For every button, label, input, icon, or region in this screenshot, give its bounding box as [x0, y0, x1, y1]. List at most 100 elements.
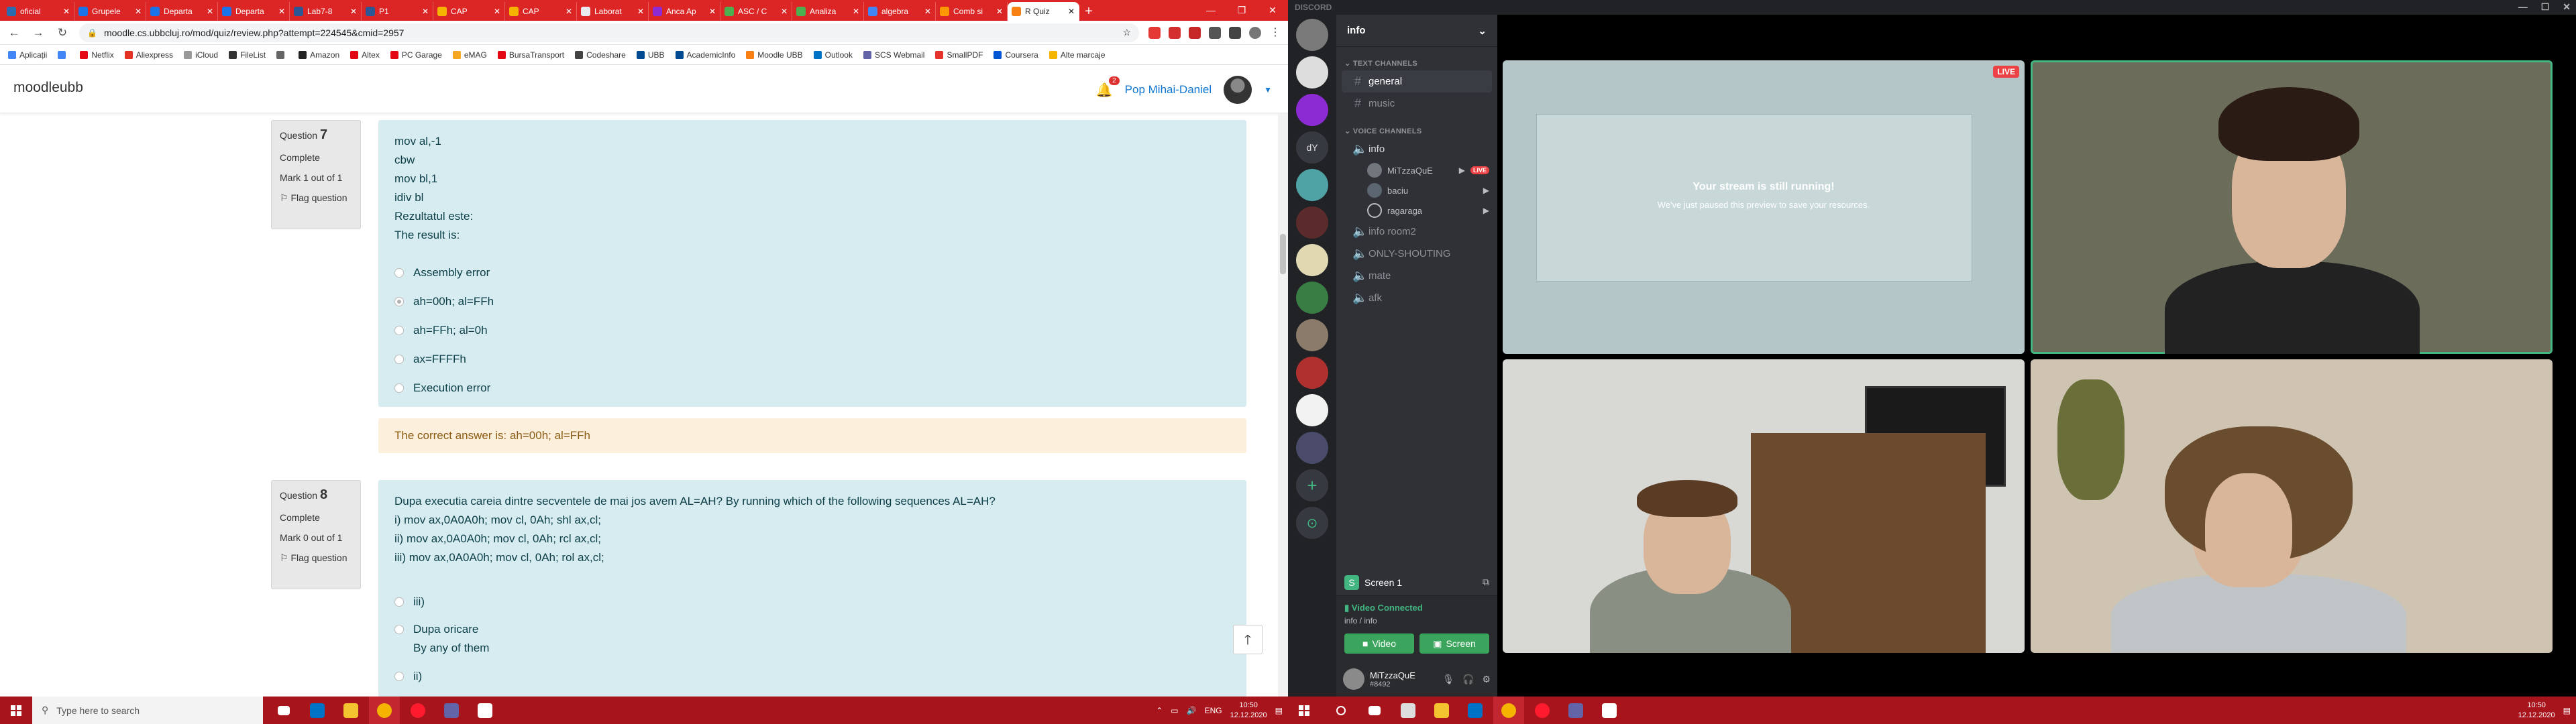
store-icon[interactable] [1393, 697, 1424, 724]
windows-start-icon[interactable] [0, 697, 32, 724]
answer-option[interactable]: ah=00h; al=FFh [394, 287, 1230, 316]
snip-icon[interactable] [1594, 697, 1625, 724]
stream-tile[interactable]: LIVE Your stream is still running! We've… [1503, 60, 2025, 354]
browser-tab[interactable]: Departa ✕ [146, 2, 218, 21]
network-icon[interactable]: ▭ [1171, 706, 1178, 715]
minimize-icon[interactable]: — [1195, 0, 1226, 21]
notification-bell-icon[interactable]: 🔔 2 [1096, 76, 1120, 99]
channel-general[interactable]: # general [1342, 70, 1492, 93]
channel-music[interactable]: # music [1342, 93, 1492, 115]
avatar[interactable] [1343, 668, 1364, 690]
browser-tab[interactable]: Lab7-8 ✕ [290, 2, 362, 21]
avatar[interactable] [1224, 76, 1252, 104]
browser-tab[interactable]: R Quiz ✕ [1008, 2, 1079, 21]
server-icon[interactable] [1296, 432, 1328, 464]
tab-close-icon[interactable]: ✕ [781, 7, 788, 16]
server-icon[interactable] [1296, 94, 1328, 126]
site-brand[interactable]: moodleubb [13, 80, 83, 96]
windows-start-icon[interactable] [1288, 697, 1320, 724]
tab-close-icon[interactable]: ✕ [637, 7, 644, 16]
tab-close-icon[interactable]: ✕ [494, 7, 500, 16]
voice-user[interactable]: baciu ▶ [1336, 180, 1497, 200]
browser-tab[interactable]: CAP ✕ [505, 2, 577, 21]
explorer-icon[interactable] [335, 697, 366, 724]
headphones-icon[interactable]: 🎧 [1462, 674, 1474, 685]
participant-video-tile[interactable] [1503, 359, 2025, 653]
bookmark-item[interactable] [276, 50, 288, 59]
close-icon[interactable]: ✕ [1257, 0, 1288, 21]
browser-tab[interactable]: ASC / C ✕ [720, 2, 792, 21]
bookmark-item[interactable]: Aliexpress [124, 50, 173, 60]
bookmark-item[interactable]: AcademicInfo [675, 50, 735, 60]
bookmark-item[interactable] [58, 50, 69, 59]
tab-close-icon[interactable]: ✕ [566, 7, 572, 16]
microphone-icon[interactable]: 🎙 [1442, 674, 1454, 685]
minimize-icon[interactable]: — [2518, 1, 2528, 13]
reload-icon[interactable]: ↻ [55, 26, 70, 40]
radio-button[interactable] [394, 296, 404, 306]
participant-video-tile[interactable] [2031, 60, 2553, 354]
notifications-icon[interactable]: ▤ [2563, 706, 2571, 715]
user-name[interactable]: Pop Mihai-Daniel [1125, 83, 1212, 97]
chevron-down-icon[interactable]: ⌄ [1478, 25, 1487, 37]
extensions-puzzle-icon[interactable] [1209, 26, 1221, 39]
video-button[interactable]: ■ Video [1344, 634, 1414, 654]
clock[interactable]: 10:50 12.12.2020 [2518, 701, 2555, 721]
voice-channel[interactable]: 🔈 mate [1342, 265, 1492, 287]
server-icon[interactable] [1296, 319, 1328, 351]
forward-icon[interactable]: → [31, 26, 46, 40]
scrollbar-thumb[interactable] [1280, 234, 1286, 274]
tab-close-icon[interactable]: ✕ [278, 7, 285, 16]
tab-close-icon[interactable]: ✕ [135, 7, 142, 16]
notifications-icon[interactable]: ▤ [1275, 706, 1283, 715]
back-to-top-button[interactable]: 🡑 [1233, 625, 1263, 654]
screen-share-row[interactable]: S Screen 1 ⧉ [1336, 569, 1497, 596]
tab-close-icon[interactable]: ✕ [350, 7, 357, 16]
flag-question-link[interactable]: ⚐ Flag question [280, 192, 352, 204]
bookmark-item[interactable]: SCS Webmail [863, 50, 924, 60]
bookmark-item[interactable]: UBB [636, 50, 665, 60]
page-scrollbar[interactable] [1278, 113, 1288, 697]
explorer-icon[interactable] [1426, 697, 1457, 724]
maximize-icon[interactable]: ☐ [2541, 1, 2550, 13]
browser-tab[interactable]: Departa ✕ [218, 2, 290, 21]
radio-button[interactable] [394, 625, 404, 634]
chevron-down-icon[interactable]: ▼ [1264, 85, 1272, 95]
bookmark-item[interactable]: PC Garage [390, 50, 442, 60]
tab-close-icon[interactable]: ✕ [63, 7, 70, 16]
browser-tab[interactable]: P1 ✕ [362, 2, 433, 21]
media-icon[interactable] [1229, 26, 1241, 39]
bookmark-item[interactable]: Aplicații [8, 50, 47, 60]
extension-icon[interactable] [1148, 26, 1161, 39]
bookmark-item[interactable]: FileList [229, 50, 266, 60]
voice-channel[interactable]: 🔈 info room2 [1342, 221, 1492, 243]
server-icon[interactable] [1296, 282, 1328, 314]
gear-icon[interactable]: ⚙ [1482, 674, 1491, 685]
menu-dots-icon[interactable]: ⋮ [1269, 27, 1281, 39]
tab-close-icon[interactable]: ✕ [924, 7, 931, 16]
server-icon[interactable] [1296, 206, 1328, 239]
bookmark-item[interactable]: Netflix [80, 50, 114, 60]
task-view-icon[interactable] [268, 697, 299, 724]
profile-avatar-icon[interactable] [1249, 26, 1261, 39]
tab-close-icon[interactable]: ✕ [709, 7, 716, 16]
back-icon[interactable]: ← [7, 26, 21, 40]
teams-icon[interactable] [436, 697, 467, 724]
opera-icon[interactable] [1527, 697, 1558, 724]
chrome-icon[interactable] [369, 697, 400, 724]
radio-button[interactable] [394, 671, 404, 681]
bookmark-item[interactable]: Amazon [299, 50, 339, 60]
server-icon[interactable] [1296, 394, 1328, 426]
outlook-icon[interactable] [302, 697, 333, 724]
voice-channel[interactable]: 🔈 afk [1342, 287, 1492, 309]
browser-tab[interactable]: algebra ✕ [864, 2, 936, 21]
extension-icon[interactable] [1169, 26, 1181, 39]
browser-tab[interactable]: Grupele ✕ [74, 2, 146, 21]
snip-icon[interactable] [470, 697, 500, 724]
bookmark-item[interactable]: Codeshare [575, 50, 626, 60]
voice-status[interactable]: ▮ Video Connected [1336, 596, 1497, 616]
server-icon[interactable] [1296, 244, 1328, 276]
browser-tab[interactable]: CAP ✕ [433, 2, 505, 21]
participant-video-tile[interactable] [2031, 359, 2553, 653]
answer-option[interactable]: ax=FFFFh [394, 345, 1230, 373]
